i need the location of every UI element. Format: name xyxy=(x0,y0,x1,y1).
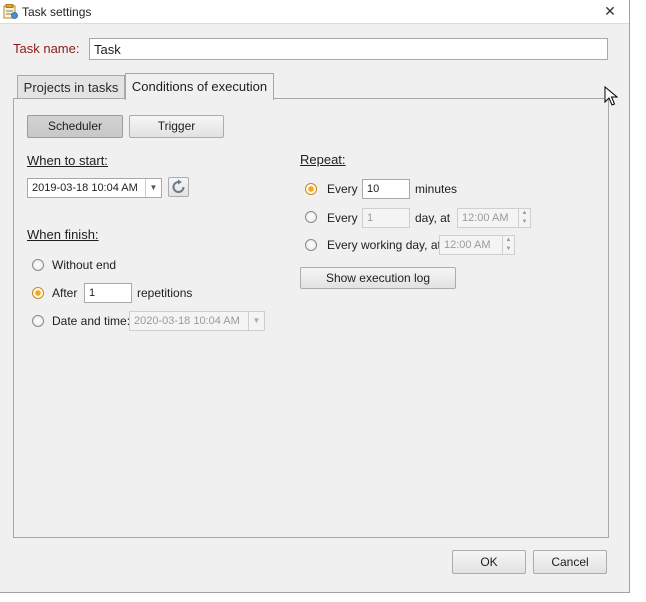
show-execution-log-button[interactable]: Show execution log xyxy=(300,267,456,289)
after-radio[interactable] xyxy=(32,287,44,299)
title-bar: Task settings ✕ xyxy=(0,0,629,24)
spin-up-icon[interactable]: ▲ xyxy=(519,209,530,218)
working-day-time-stepper[interactable]: 12:00 AM ▲ ▼ xyxy=(439,235,515,255)
when-to-start-heading: When to start: xyxy=(27,153,108,168)
start-datetime-dropdown[interactable]: 2019-03-18 10:04 AM ▼ xyxy=(27,178,162,198)
every-label: Every xyxy=(327,182,358,196)
task-name-input[interactable] xyxy=(89,38,608,60)
chevron-down-icon[interactable]: ▼ xyxy=(145,179,161,197)
spin-down-icon[interactable]: ▼ xyxy=(519,218,530,227)
cancel-button[interactable]: Cancel xyxy=(533,550,607,574)
without-end-radio[interactable] xyxy=(32,259,44,271)
end-datetime-value: 2020-03-18 10:04 AM xyxy=(134,315,240,327)
after-label: After xyxy=(52,286,78,300)
working-day-label: Every working day, at xyxy=(327,238,441,252)
end-datetime-dropdown[interactable]: 2020-03-18 10:04 AM ▼ xyxy=(129,311,265,331)
date-and-time-radio[interactable] xyxy=(32,315,44,327)
task-name-label: Task name: xyxy=(13,41,80,56)
spin-buttons[interactable]: ▲ ▼ xyxy=(518,209,530,227)
chevron-down-icon[interactable]: ▼ xyxy=(248,312,264,330)
working-day-time-value: 12:00 AM xyxy=(444,239,491,251)
spin-up-icon[interactable]: ▲ xyxy=(503,236,514,245)
repeat-working-day-radio[interactable] xyxy=(305,239,317,251)
every-day-count-input[interactable] xyxy=(362,208,410,228)
refresh-button[interactable] xyxy=(168,177,189,197)
scheduler-button[interactable]: Scheduler xyxy=(27,115,123,138)
repeat-every-minutes-radio[interactable] xyxy=(305,183,317,195)
day-time-stepper[interactable]: 12:00 AM ▲ ▼ xyxy=(457,208,531,228)
start-datetime-value: 2019-03-18 10:04 AM xyxy=(32,182,138,194)
spin-down-icon[interactable]: ▼ xyxy=(503,245,514,254)
when-finish-heading: When finish: xyxy=(27,227,99,242)
tab-conditions-of-execution[interactable]: Conditions of execution xyxy=(125,73,274,100)
window-title: Task settings xyxy=(22,5,92,19)
date-and-time-label: Date and time: xyxy=(52,314,131,328)
task-settings-icon xyxy=(3,4,18,19)
every-minutes-input[interactable] xyxy=(362,179,410,199)
day-at-label: day, at xyxy=(415,211,451,225)
close-icon[interactable]: ✕ xyxy=(602,3,618,19)
without-end-label: Without end xyxy=(52,258,117,272)
mouse-cursor-icon xyxy=(604,86,618,106)
repeat-every-day-radio[interactable] xyxy=(305,211,317,223)
every-day-label: Every xyxy=(327,211,358,225)
task-settings-window: Task settings ✕ Task name: Projects in t… xyxy=(0,0,630,593)
day-time-value: 12:00 AM xyxy=(462,212,509,224)
repetitions-count-input[interactable] xyxy=(84,283,132,303)
trigger-button[interactable]: Trigger xyxy=(129,115,224,138)
spin-buttons[interactable]: ▲ ▼ xyxy=(502,236,514,254)
refresh-icon xyxy=(172,179,185,193)
repeat-heading: Repeat: xyxy=(300,152,346,167)
tab-projects-in-tasks[interactable]: Projects in tasks xyxy=(17,75,125,99)
repetitions-label: repetitions xyxy=(137,286,193,300)
ok-button[interactable]: OK xyxy=(452,550,526,574)
minutes-label: minutes xyxy=(415,182,458,196)
